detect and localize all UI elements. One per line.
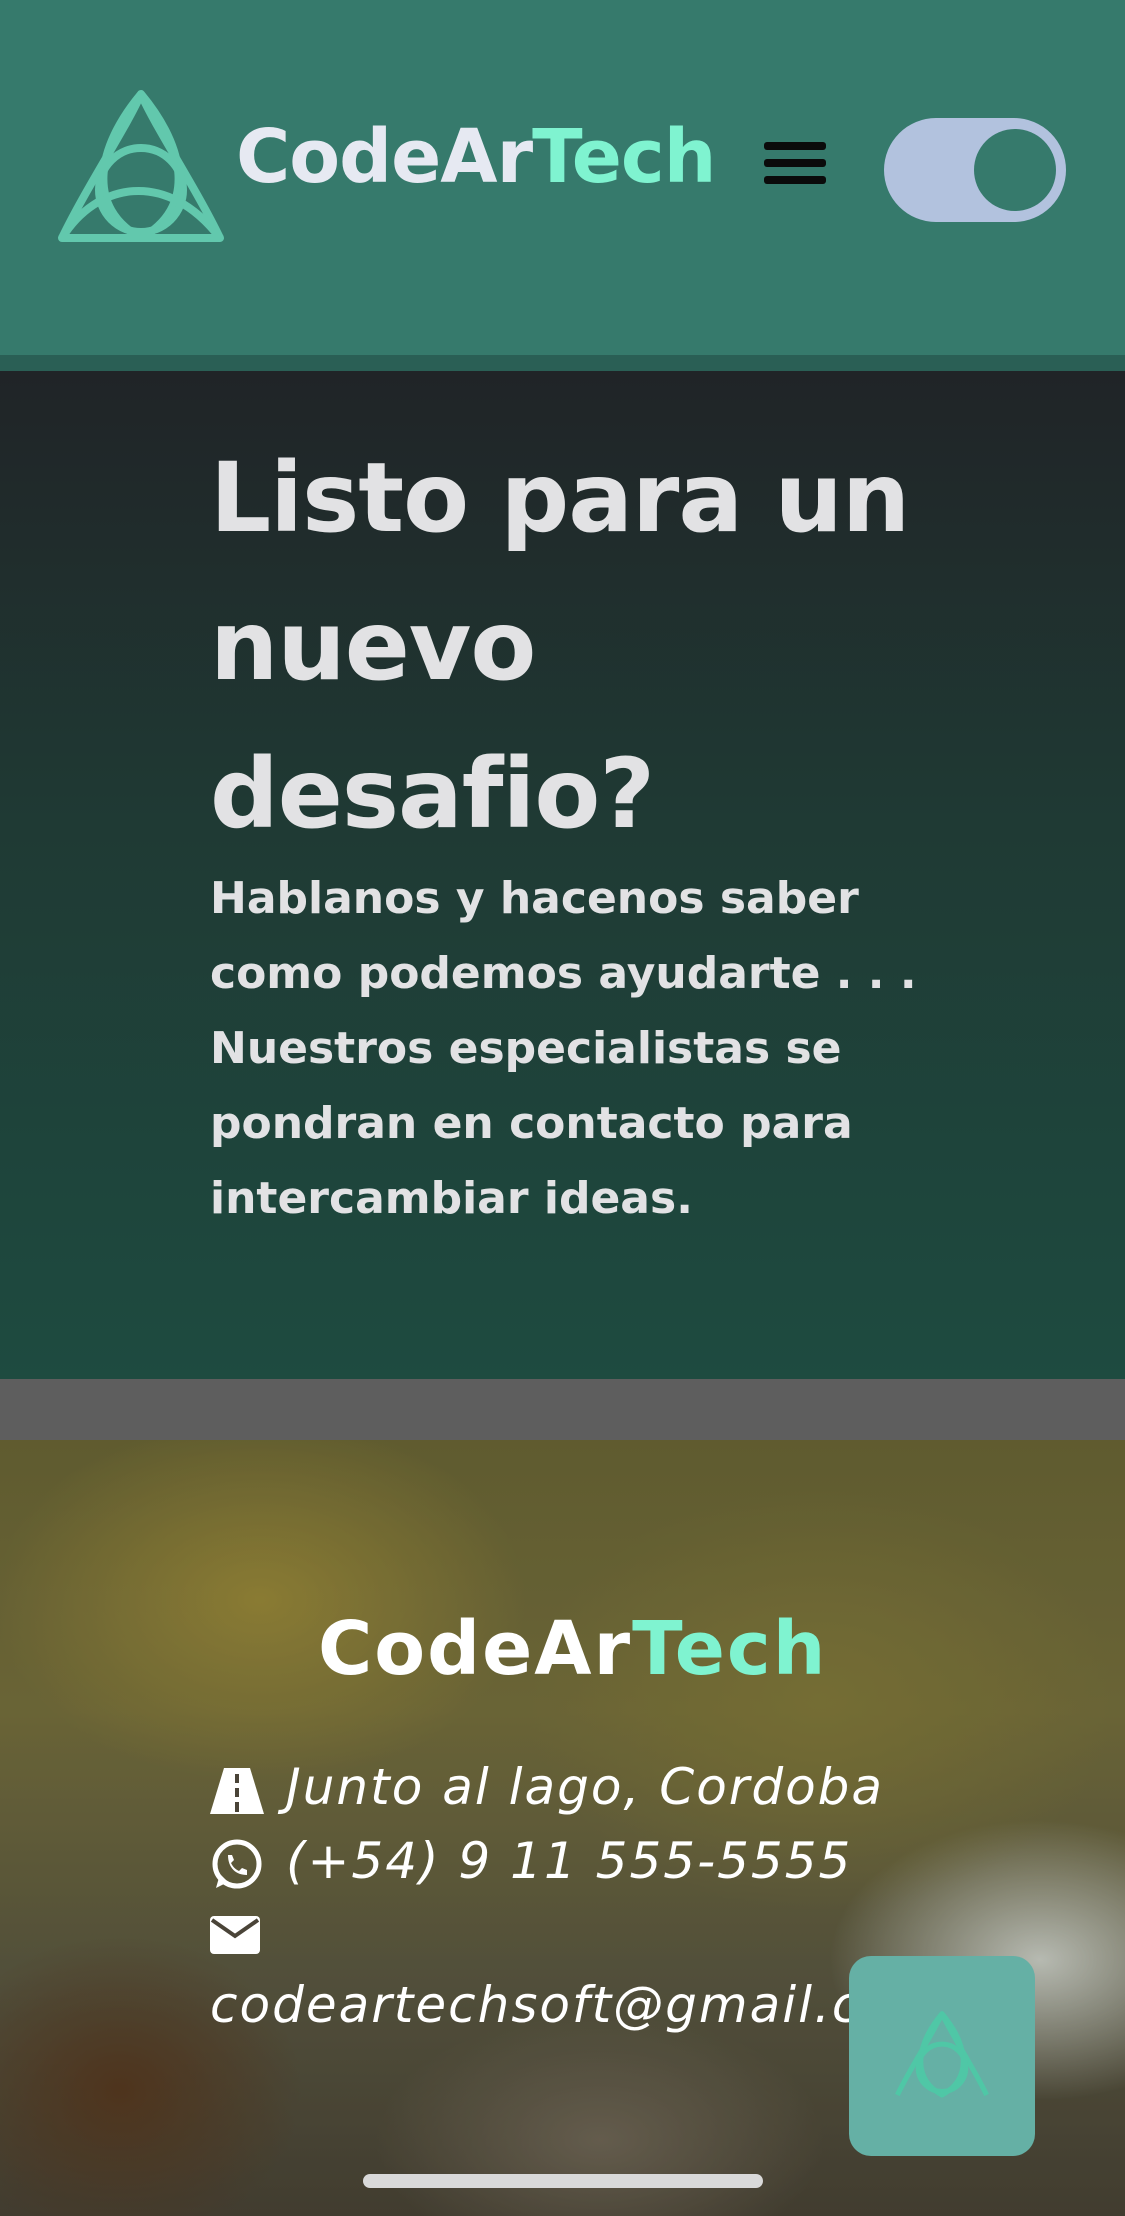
brand-main: CodeAr	[236, 114, 533, 200]
header-divider	[0, 355, 1125, 371]
footer-address: Junto al lago, Cordoba	[210, 1758, 884, 1816]
hero-title: Listo para un nuevo desafio?	[210, 442, 910, 850]
footer-email[interactable]: codeartechsoft@gmail.c	[210, 1976, 861, 2034]
site-header: CodeArTech	[0, 0, 1125, 355]
whatsapp-icon	[212, 1839, 262, 1888]
road-icon	[210, 1767, 264, 1814]
contact-hero: Listo para un nuevo desafio? Hablanos y …	[0, 371, 1125, 1379]
footer-brand-main: CodeAr	[318, 1606, 633, 1692]
home-indicator	[363, 2174, 763, 2188]
envelope-icon	[210, 1916, 260, 1954]
hamburger-menu-icon[interactable]	[764, 142, 826, 192]
floating-logo-button[interactable]	[849, 1956, 1035, 2156]
hero-subtitle: Hablanos y hacenos saber como podemos ay…	[210, 873, 917, 1224]
triquetra-logo-icon[interactable]	[56, 88, 226, 250]
theme-toggle[interactable]	[884, 118, 1066, 222]
triquetra-logo-icon	[895, 2011, 989, 2098]
footer-phone[interactable]: (+54) 9 11 555-5555	[210, 1832, 852, 1892]
section-separator	[0, 1379, 1125, 1440]
brand-title[interactable]: CodeArTech	[236, 120, 716, 194]
email-text[interactable]: codeartechsoft@gmail.c	[210, 1976, 861, 2034]
footer-brand-accent: Tech	[632, 1606, 828, 1692]
toggle-knob	[974, 129, 1056, 211]
phone-text: (+54) 9 11 555-5555	[286, 1832, 853, 1890]
brand-accent: Tech	[532, 114, 716, 200]
footer-brand[interactable]: CodeArTech	[318, 1606, 827, 1692]
address-text: Junto al lago, Cordoba	[286, 1758, 885, 1816]
